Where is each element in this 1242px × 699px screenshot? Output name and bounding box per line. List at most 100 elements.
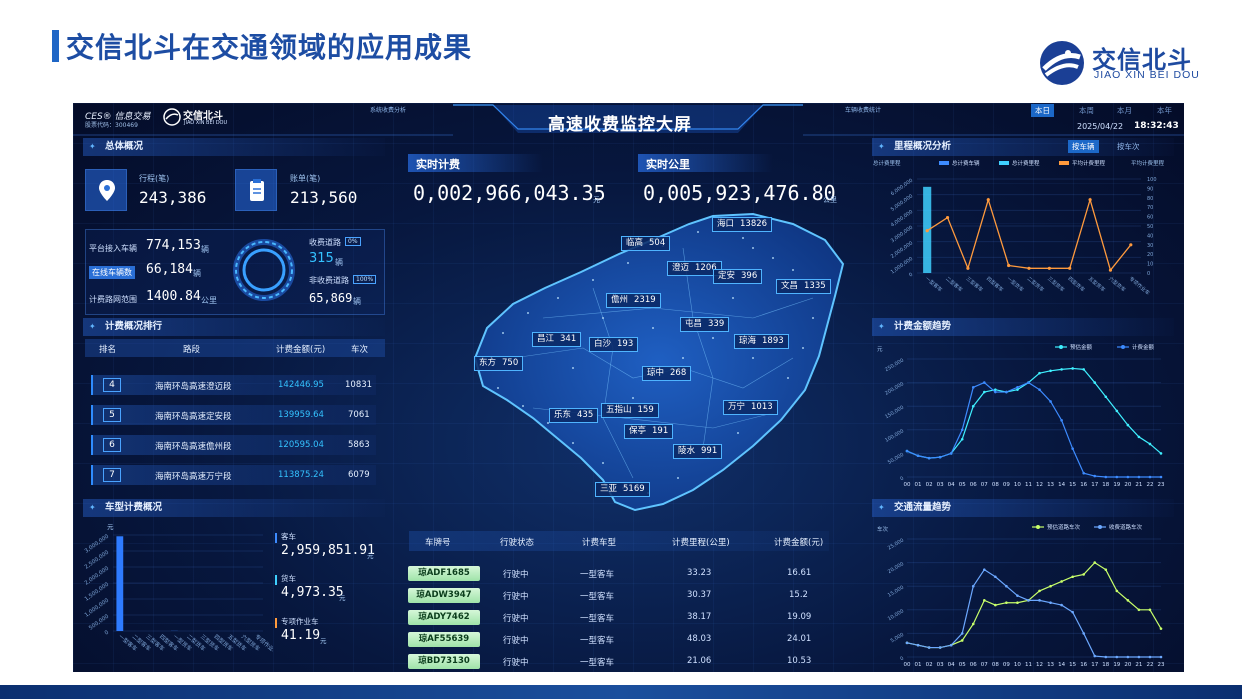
vehicle-km: 33.23	[687, 568, 712, 578]
map-city-label[interactable]: 琼海 1893	[734, 334, 789, 349]
ranking-row-amount: 120595.04	[278, 440, 324, 450]
x-tick-label: 四型货车	[1066, 275, 1086, 293]
x-tick-label: 四型客车	[985, 275, 1005, 293]
header-tab-right[interactable]: 车辆收费统计	[845, 105, 881, 114]
vehicle-status: 行驶中	[503, 658, 529, 668]
line-point	[1082, 368, 1085, 371]
line-point	[1093, 381, 1097, 384]
period-tab-month[interactable]: 本月	[1113, 104, 1136, 117]
map-city-label[interactable]: 陵水 991	[673, 444, 723, 459]
line-point	[1005, 390, 1008, 394]
x-tick-label: 07	[981, 482, 988, 488]
map-city-label[interactable]: 临高 504	[621, 236, 671, 251]
legend-swatch	[939, 161, 949, 165]
map-city-label[interactable]: 万宁 1013	[723, 400, 778, 415]
ranking-row-count: 6079	[348, 470, 370, 480]
y-axis-unit: 元	[877, 346, 883, 353]
line-point	[1038, 599, 1041, 602]
legend-label: 收费道路车次	[1109, 523, 1143, 531]
y2-tick-label: 0	[1147, 271, 1150, 277]
map-city-label[interactable]: 乐东 435	[549, 408, 599, 423]
x-tick-label: 19	[1113, 662, 1120, 668]
x-tick-label: 三型货车	[1046, 275, 1066, 293]
ranking-col-rank: 排名	[99, 345, 117, 355]
line-point	[983, 599, 986, 602]
line-point	[927, 646, 931, 649]
slide-title: 交信北斗在交通领域的应用成果	[66, 31, 473, 64]
map-city-label[interactable]: 五指山 159	[601, 403, 659, 418]
map-city-label[interactable]: 琼中 268	[642, 366, 692, 381]
map-city-label[interactable]: 三亚 5169	[595, 482, 650, 497]
line-point	[1049, 369, 1052, 373]
x-tick-label: 12	[1036, 482, 1043, 488]
x-tick-label: 16	[1080, 662, 1087, 668]
vehicle-plate[interactable]: 琼ADF1685	[408, 566, 480, 581]
current-time: 18:32:43	[1134, 121, 1179, 131]
line-point	[1159, 655, 1163, 659]
ranking-row[interactable]	[91, 375, 376, 395]
x-tick-label: 09	[1003, 482, 1010, 488]
vehicle-fee: 10.53	[787, 656, 812, 666]
vehicle-plate[interactable]: 琼AF55639	[408, 632, 480, 647]
legend-dot	[1121, 345, 1125, 349]
mileage-tab-by-trip[interactable]: 按车次	[1113, 140, 1144, 153]
line-point	[960, 632, 964, 635]
map-city-label[interactable]: 屯昌 339	[680, 317, 730, 332]
vehicle-plate[interactable]: 琼ADW3947	[408, 588, 480, 603]
x-tick-label: 19	[1113, 482, 1120, 488]
y-tick-label: 100,000	[884, 428, 905, 444]
x-tick-label: 13	[1047, 482, 1054, 488]
vehicle-plate[interactable]: 琼ADY7462	[408, 610, 480, 625]
x-tick-label: 14	[1058, 482, 1065, 488]
x-tick-label: 10	[1014, 662, 1021, 668]
ranking-header-row	[85, 339, 385, 357]
line-point	[1071, 575, 1074, 579]
line-point	[1060, 368, 1063, 371]
x-tick-label: 11	[1025, 662, 1032, 668]
ranking-row[interactable]	[91, 465, 376, 485]
special-unit: 元	[320, 637, 327, 645]
x-tick-label: 01	[915, 482, 922, 488]
ranking-row[interactable]	[91, 405, 376, 425]
x-tick-label: 15	[1069, 662, 1076, 668]
ranking-row-road: 海南环岛高速儋州段	[155, 442, 232, 452]
ranking-row[interactable]	[91, 435, 376, 455]
x-tick-label: 02	[926, 482, 933, 488]
map-city-label[interactable]: 东方 750	[474, 356, 524, 371]
line-point	[1082, 573, 1085, 576]
period-tab-year[interactable]: 本年	[1153, 104, 1176, 117]
map-city-label[interactable]: 文昌 1335	[776, 279, 831, 294]
truck-marker	[275, 575, 277, 585]
line-point	[986, 198, 990, 202]
y-tick-label: 15,000	[887, 585, 905, 599]
line-point	[1104, 568, 1108, 571]
ranking-row-road: 海南环岛高速定安段	[155, 412, 232, 422]
x-tick-label: 一型客车	[924, 275, 944, 293]
right-axis-unit: 平均计费里程	[1131, 159, 1165, 167]
vehicle-type: 一型客车	[580, 570, 615, 580]
header-tab-left[interactable]: 系统收费分析	[370, 105, 406, 114]
line-point	[1137, 475, 1141, 479]
period-tab-day[interactable]: 本日	[1031, 104, 1054, 117]
line-point	[916, 643, 920, 647]
vehicle-table-col-km: 计费里程(公里)	[672, 538, 730, 548]
y2-tick-label: 50	[1147, 224, 1153, 230]
mileage-tab-by-vehicle[interactable]: 按车辆	[1068, 140, 1099, 153]
map-city-label[interactable]: 儋州 2319	[606, 293, 661, 308]
period-tab-week[interactable]: 本周	[1075, 104, 1098, 117]
map-city-label[interactable]: 定安 396	[713, 269, 763, 284]
realtime-km-value: 0,005,923,476.80	[643, 181, 836, 205]
map-city-label[interactable]: 保亭 191	[624, 424, 674, 439]
x-tick-label: 22	[1146, 662, 1153, 668]
map-city-label[interactable]: 海口 13826	[712, 217, 773, 232]
line-point	[1068, 266, 1072, 270]
vehicle-plate[interactable]: 琼BD73130	[408, 654, 480, 669]
map-city-label[interactable]: 白沙 193	[589, 337, 639, 352]
y2-tick-label: 10	[1147, 262, 1153, 268]
x-tick-label: 04	[948, 482, 955, 488]
line-point	[960, 437, 964, 441]
y-tick-label: 250,000	[884, 358, 905, 374]
map-city-label[interactable]: 昌江 341	[532, 332, 582, 347]
line-point	[1115, 589, 1119, 593]
x-tick-label: 09	[1003, 662, 1010, 668]
